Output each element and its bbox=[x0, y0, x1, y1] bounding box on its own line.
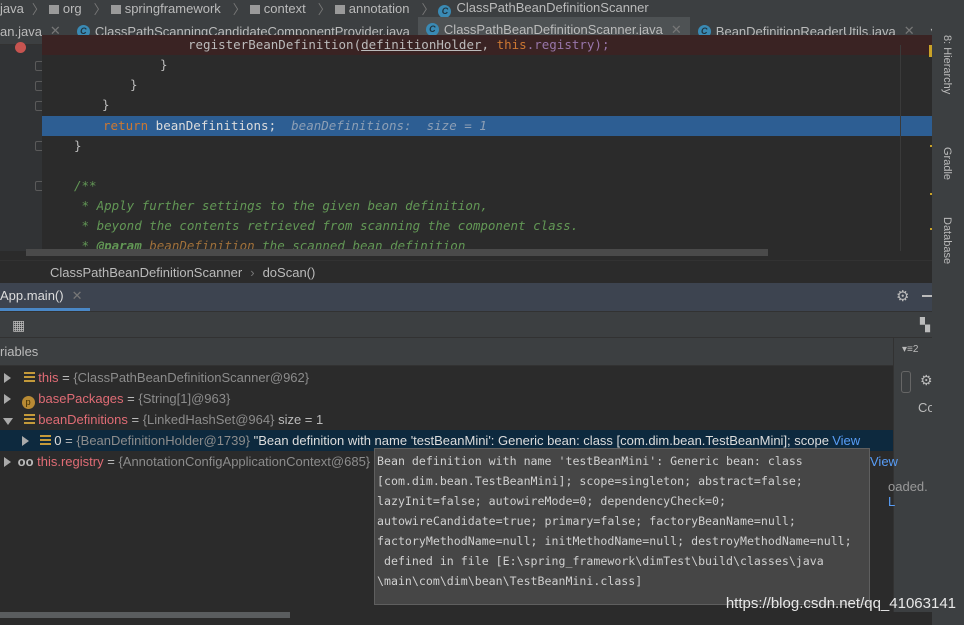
horizontal-scrollbar[interactable] bbox=[0, 612, 290, 618]
variables-title: riables bbox=[0, 344, 39, 359]
view-link[interactable]: View bbox=[870, 451, 898, 472]
gear-icon[interactable]: ⚙ bbox=[896, 287, 909, 305]
variable-row[interactable]: beanDefinitions = {LinkedHashSet@964} si… bbox=[0, 409, 893, 430]
watch-icon: oo bbox=[17, 454, 34, 469]
parameter-icon: p bbox=[21, 396, 35, 409]
hierarchy-tool-button[interactable]: 8: Hierarchy bbox=[941, 35, 953, 94]
code-line: } bbox=[102, 97, 110, 112]
code-line: } bbox=[160, 57, 168, 72]
tooltip-line: factoryMethodName=null; initMethodName=n… bbox=[377, 534, 852, 548]
code-line: * Apply further settings to the given be… bbox=[74, 198, 488, 213]
code-line: } bbox=[74, 138, 82, 153]
variable-row[interactable]: this = {ClassPathBeanDefinitionScanner@9… bbox=[0, 367, 893, 388]
search-field[interactable] bbox=[901, 371, 911, 393]
field-icon bbox=[23, 372, 35, 383]
tooltip-line: autowireCandidate=true; primary=false; f… bbox=[377, 514, 796, 528]
navigation-bar: java 〉 org 〉 springframework 〉 context 〉 ann… bbox=[0, 0, 964, 18]
variables-header: riables bbox=[0, 338, 893, 366]
debug-tool-window-header: App.main() ✕ ⚙ bbox=[0, 283, 933, 311]
nav-item[interactable]: springframework bbox=[110, 1, 225, 16]
nav-item[interactable]: C ClassPathBeanDefinitionScanner bbox=[438, 0, 652, 18]
database-tool-button[interactable]: Database bbox=[941, 217, 953, 264]
right-tool-strip: 8: Hierarchy Gradle Database bbox=[932, 17, 964, 625]
folder-icon bbox=[48, 5, 59, 14]
watches-pane: ▾≡2 ⚙ Cou bbox=[893, 338, 942, 612]
folder-icon bbox=[334, 5, 345, 14]
loaded-status: oaded. L bbox=[888, 479, 928, 509]
field-icon bbox=[23, 414, 35, 425]
field-icon bbox=[39, 435, 51, 446]
code-line: * beyond the contents retrieved from sca… bbox=[74, 218, 579, 233]
overflow-button[interactable]: ▾≡2 bbox=[902, 344, 918, 355]
view-link[interactable]: View bbox=[832, 433, 860, 448]
editor-breadcrumb: ClassPathBeanDefinitionScanner › doScan() bbox=[0, 260, 932, 283]
evaluate-expression-icon[interactable]: ▦ bbox=[12, 317, 25, 334]
tooltip-line: \main\com\dim\bean\TestBeanMini.class] bbox=[377, 574, 643, 588]
watermark: https://blog.csdn.net/qq_41063141 bbox=[725, 595, 956, 612]
debug-session-tab[interactable]: App.main() ✕ bbox=[0, 283, 91, 311]
variable-row[interactable]: p basePackages = {String[1]@963} bbox=[0, 388, 893, 409]
execution-line: return beanDefinitions; beanDefinitions:… bbox=[42, 116, 942, 136]
tooltip-line: Bean definition with name 'testBeanMini'… bbox=[377, 454, 803, 468]
nav-item[interactable]: org bbox=[48, 1, 86, 16]
layout-icon[interactable]: ▚ bbox=[920, 317, 930, 333]
code-editor[interactable]: registerBeanDefinition(definitionHolder,… bbox=[26, 35, 942, 256]
nav-item[interactable]: annotation bbox=[334, 1, 414, 16]
editor-gutter bbox=[0, 42, 44, 251]
nav-item[interactable]: java bbox=[0, 1, 24, 16]
gear-icon[interactable]: ⚙ bbox=[920, 372, 933, 389]
tooltip-line: lazyInit=false; autowireMode=0; dependen… bbox=[377, 494, 727, 508]
gradle-tool-button[interactable]: Gradle bbox=[941, 147, 953, 180]
folder-icon bbox=[110, 5, 121, 14]
code-line: } bbox=[130, 77, 138, 92]
code-line: /** bbox=[74, 178, 97, 193]
expand-icon[interactable] bbox=[4, 373, 11, 383]
value-tooltip[interactable]: Bean definition with name 'testBeanMini'… bbox=[374, 448, 870, 605]
tooltip-line: defined in file [E:\spring_framework\dim… bbox=[377, 554, 824, 568]
class-icon: C bbox=[438, 4, 452, 18]
expand-icon[interactable] bbox=[22, 436, 29, 446]
expand-icon[interactable] bbox=[4, 394, 11, 404]
expand-icon[interactable] bbox=[4, 457, 11, 467]
breakpoint-icon[interactable] bbox=[15, 42, 26, 53]
right-margin-guide bbox=[900, 45, 901, 251]
nav-item[interactable]: context bbox=[249, 1, 310, 16]
code-line: registerBeanDefinition(definitionHolder,… bbox=[42, 35, 942, 55]
collapse-icon[interactable] bbox=[3, 418, 13, 425]
folder-icon bbox=[249, 5, 260, 14]
debug-toolbar: ▦ ▚ bbox=[0, 311, 932, 338]
close-icon[interactable]: ✕ bbox=[72, 288, 83, 304]
editor-horizontal-scrollbar[interactable] bbox=[26, 249, 768, 256]
crumb-method[interactable]: doScan() bbox=[263, 265, 316, 280]
crumb-class[interactable]: ClassPathBeanDefinitionScanner bbox=[50, 265, 242, 280]
tooltip-line: [com.dim.bean.TestBeanMini]; scope=singl… bbox=[377, 474, 803, 488]
